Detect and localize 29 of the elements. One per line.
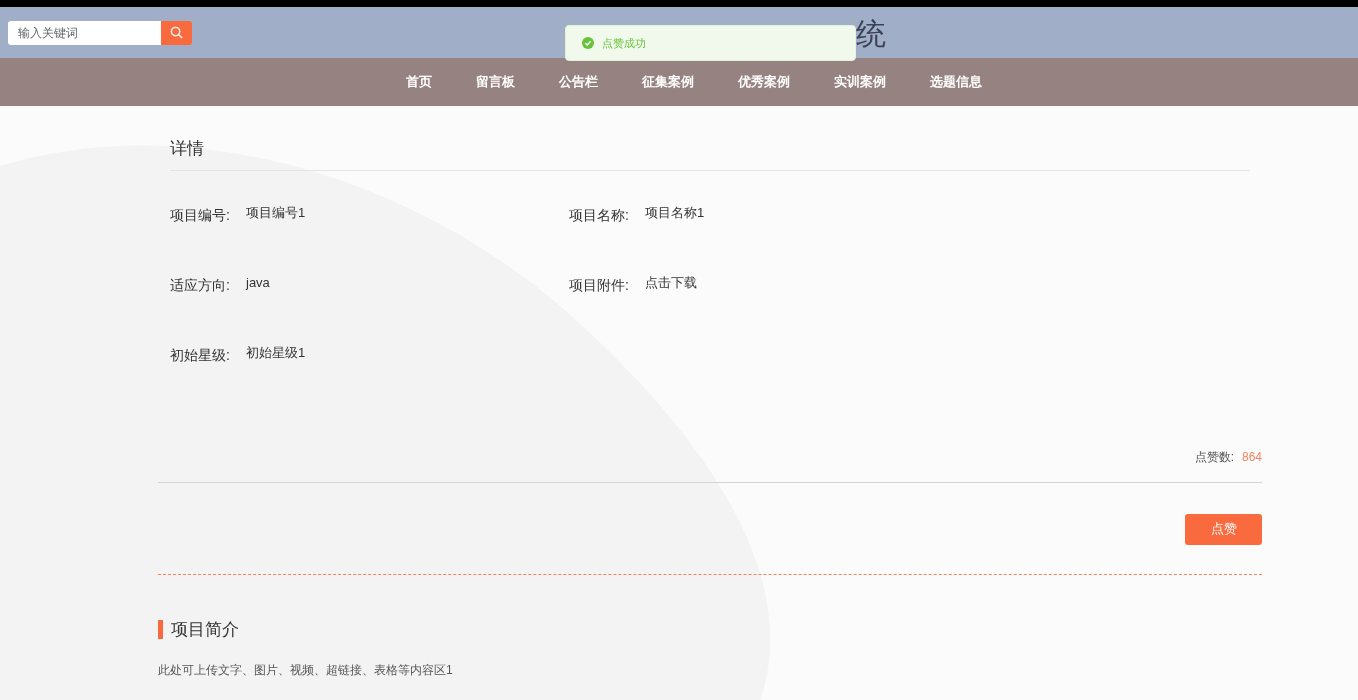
field-value: java: [246, 273, 270, 292]
field-label: 初始星级:: [170, 346, 231, 366]
search-button[interactable]: [161, 20, 192, 45]
field-label: 项目附件:: [569, 275, 630, 295]
search-field[interactable]: 输入关键词: [8, 20, 161, 45]
nav-link[interactable]: 优秀案例: [738, 72, 790, 92]
nav-link[interactable]: 征集案例: [642, 72, 694, 92]
like-button[interactable]: 点赞: [1185, 513, 1262, 545]
nav-link[interactable]: 实训案例: [834, 72, 886, 92]
nav-link[interactable]: 留言板: [476, 72, 515, 92]
likes-count: 864: [1241, 448, 1262, 466]
field-label: 适应方向:: [170, 275, 231, 295]
nav-link[interactable]: 公告栏: [559, 72, 598, 92]
likes-label: 点赞数:: [1194, 448, 1234, 466]
field-value: 点击下载: [645, 273, 697, 292]
nav-link[interactable]: 选题信息: [930, 72, 982, 92]
search-icon: [170, 26, 183, 39]
header-title: 统: [856, 19, 886, 49]
intro-text: 此处可上传文字、图片、视频、超链接、表格等内容区1: [158, 662, 454, 679]
field-label: 项目名称:: [569, 205, 630, 225]
field-value: 项目编号1: [246, 203, 306, 222]
nav-link[interactable]: 首页: [406, 72, 432, 92]
field-value: 项目名称1: [645, 203, 705, 222]
field-label: 项目编号:: [170, 205, 231, 225]
section-title: 详情: [170, 139, 204, 158]
toast-message: 点赞成功: [602, 35, 646, 51]
intro-title: 项目简介: [171, 618, 239, 641]
field-value: 初始星级1: [246, 344, 306, 363]
check-circle-icon: [582, 37, 594, 49]
